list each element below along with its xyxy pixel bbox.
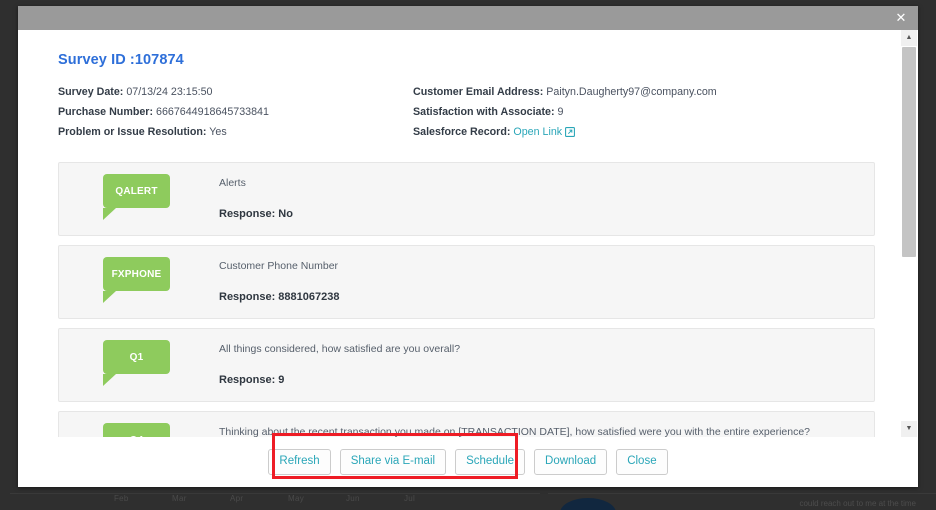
refresh-button[interactable]: Refresh bbox=[268, 449, 331, 475]
question-card: Q1 All things considered, how satisfied … bbox=[58, 328, 875, 402]
metadata-value: 6667644918645733841 bbox=[156, 106, 269, 118]
open-link[interactable]: Open Link bbox=[513, 126, 562, 138]
external-link-icon[interactable] bbox=[565, 124, 576, 144]
question-text: Customer Phone Number bbox=[219, 260, 339, 272]
metadata-column-left: Survey Date: 07/13/24 23:15:50 Purchase … bbox=[58, 82, 413, 144]
axis-tick-label: Apr bbox=[230, 494, 244, 503]
survey-detail-modal: ✕ Survey ID :107874 Survey Date: 07/13/2… bbox=[18, 6, 918, 487]
metadata-row-purchase-number: Purchase Number: 6667644918645733841 bbox=[58, 102, 413, 122]
metadata-label: Salesforce Record: bbox=[413, 126, 511, 138]
question-code-badge: Q4 bbox=[103, 423, 170, 437]
question-text: Thinking about the recent transaction yo… bbox=[219, 426, 811, 437]
axis-tick-label: May bbox=[288, 494, 305, 503]
vertical-scrollbar[interactable]: ▲ ▼ bbox=[899, 30, 918, 437]
metadata-value: 07/13/24 23:15:50 bbox=[126, 86, 213, 98]
badge-cell: Q1 bbox=[59, 329, 219, 401]
metadata-label: Survey Date: bbox=[58, 86, 124, 98]
metadata-row-salesforce-record: Salesforce Record: Open Link bbox=[413, 122, 717, 144]
modal-header: ✕ bbox=[18, 6, 918, 30]
badge-cell: Q4 bbox=[59, 412, 219, 437]
question-card-list: QALERT Alerts Response: No FXPHONE Custo… bbox=[58, 162, 875, 437]
metadata-label: Satisfaction with Associate: bbox=[413, 106, 555, 118]
metadata-row-survey-date: Survey Date: 07/13/24 23:15:50 bbox=[58, 82, 413, 102]
metadata-label: Customer Email Address: bbox=[413, 86, 544, 98]
response-text: Response: 8881067238 bbox=[219, 291, 340, 303]
question-code-badge: QALERT bbox=[103, 174, 170, 220]
share-via-email-button[interactable]: Share via E-mail bbox=[339, 449, 447, 475]
page-title: Survey ID :107874 bbox=[58, 52, 184, 68]
modal-scroll-region[interactable]: Survey ID :107874 Survey Date: 07/13/24 … bbox=[18, 30, 900, 437]
modal-footer: Refresh Share via E-mail Schedule Downlo… bbox=[18, 433, 918, 487]
card-text: All things considered, how satisfied are… bbox=[219, 329, 874, 401]
axis-tick-label: Mar bbox=[172, 494, 187, 503]
question-code-badge: FXPHONE bbox=[103, 257, 170, 303]
schedule-button[interactable]: Schedule bbox=[455, 449, 526, 475]
scroll-down-icon[interactable]: ▼ bbox=[901, 421, 917, 437]
question-text: Alerts bbox=[219, 177, 246, 189]
modal-body-wrapper: Survey ID :107874 Survey Date: 07/13/24 … bbox=[18, 30, 918, 437]
response-text: Response: No bbox=[219, 208, 293, 220]
metadata-row-customer-email: Customer Email Address: Paityn.Daugherty… bbox=[413, 82, 717, 102]
close-icon[interactable]: ✕ bbox=[892, 9, 910, 27]
badge-cell: FXPHONE bbox=[59, 246, 219, 318]
axis-tick-label: Jul bbox=[404, 494, 416, 503]
card-text: Thinking about the recent transaction yo… bbox=[219, 412, 874, 437]
question-card: FXPHONE Customer Phone Number Response: … bbox=[58, 245, 875, 319]
download-button[interactable]: Download bbox=[534, 449, 608, 475]
question-text: All things considered, how satisfied are… bbox=[219, 343, 461, 355]
background-comment-text: could reach out to me at the time bbox=[799, 499, 916, 508]
survey-metadata: Survey Date: 07/13/24 23:15:50 Purchase … bbox=[58, 82, 875, 144]
background-divider bbox=[548, 493, 936, 494]
background-chart-blob bbox=[560, 498, 616, 510]
card-text: Alerts Response: No bbox=[219, 163, 874, 235]
metadata-value: 9 bbox=[557, 106, 564, 118]
response-text: Response: 9 bbox=[219, 374, 285, 386]
metadata-label: Problem or Issue Resolution: bbox=[58, 126, 207, 138]
axis-tick-label: Feb bbox=[114, 494, 129, 503]
card-text: Customer Phone Number Response: 88810672… bbox=[219, 246, 874, 318]
question-code-badge: Q1 bbox=[103, 340, 170, 386]
metadata-column-right: Customer Email Address: Paityn.Daugherty… bbox=[413, 82, 717, 144]
axis-tick-label: Jun bbox=[346, 494, 360, 503]
question-card: QALERT Alerts Response: No bbox=[58, 162, 875, 236]
metadata-row-satisfaction-associate: Satisfaction with Associate: 9 bbox=[413, 102, 717, 122]
badge-cell: QALERT bbox=[59, 163, 219, 235]
metadata-row-problem-resolution: Problem or Issue Resolution: Yes bbox=[58, 122, 413, 142]
scrollbar-thumb[interactable] bbox=[902, 47, 916, 257]
question-card: Q4 Thinking about the recent transaction… bbox=[58, 411, 875, 437]
close-button[interactable]: Close bbox=[616, 449, 668, 475]
metadata-label: Purchase Number: bbox=[58, 106, 154, 118]
metadata-value: Paityn.Daugherty97@company.com bbox=[546, 86, 717, 98]
metadata-value: Yes bbox=[209, 126, 227, 138]
scroll-up-icon[interactable]: ▲ bbox=[901, 30, 917, 46]
background-chart-axis: Feb Mar Apr May Jun Jul bbox=[14, 494, 534, 508]
